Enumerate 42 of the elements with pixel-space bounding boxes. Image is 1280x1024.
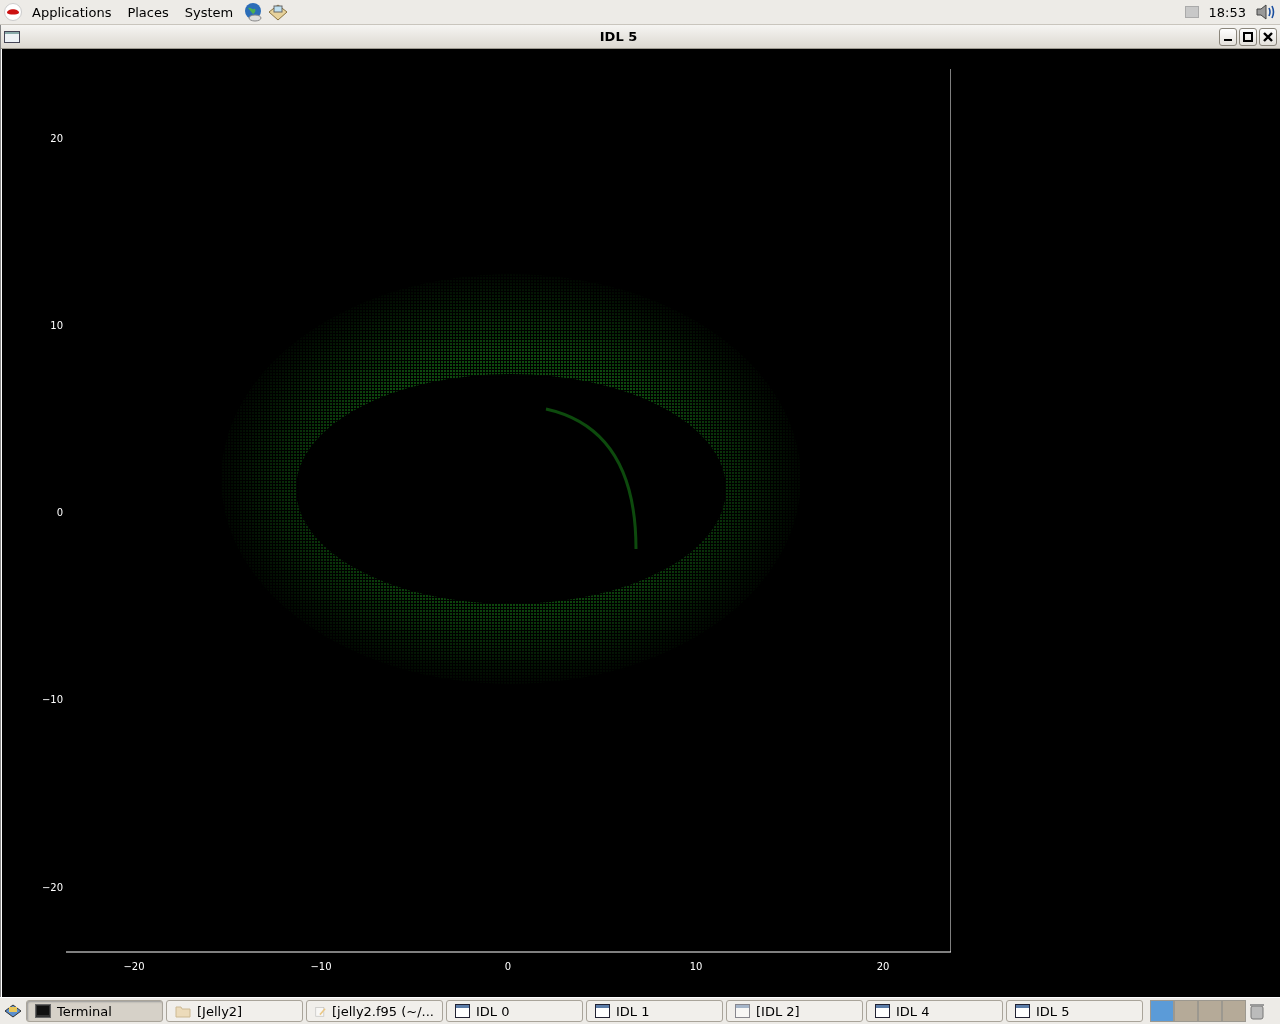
clock[interactable]: 18:53	[1208, 4, 1246, 20]
taskbar-button[interactable]: [IDL 2]	[726, 1000, 863, 1022]
window-icon	[1015, 1004, 1030, 1018]
panel-menu[interactable]: System	[178, 4, 240, 20]
envelope-icon[interactable]	[267, 2, 290, 22]
y-tick-label: 10	[50, 320, 63, 331]
y-tick-label: 20	[50, 133, 63, 144]
panel-menu[interactable]: Places	[121, 4, 175, 20]
x-tick-label: 10	[689, 961, 703, 972]
taskbar-button[interactable]: [jelly2.f95 (~/...	[306, 1000, 443, 1022]
taskbar-button[interactable]: IDL 1	[586, 1000, 723, 1022]
close-button[interactable]	[1259, 27, 1277, 46]
x-tick-label: −10	[310, 961, 332, 972]
terminal-icon	[35, 1004, 51, 1018]
panel-menu[interactable]: Applications	[26, 4, 118, 20]
trash-icon[interactable]	[1249, 1002, 1265, 1020]
taskbar-button[interactable]: IDL 0	[446, 1000, 583, 1022]
taskbar-button[interactable]: IDL 4	[866, 1000, 1003, 1022]
x-tick-label: 0	[504, 961, 512, 972]
x-tick-label: 20	[876, 961, 890, 972]
folder-icon	[175, 1004, 191, 1018]
taskbar-button[interactable]: Terminal	[26, 1000, 163, 1022]
y-tick-label: −20	[41, 882, 63, 893]
globe-icon[interactable]	[243, 2, 264, 22]
minimize-button[interactable]	[1219, 27, 1237, 46]
volume-icon[interactable]	[1256, 3, 1276, 21]
window-icon	[455, 1004, 470, 1018]
x-tick-label: −20	[123, 961, 145, 972]
window-menu-icon[interactable]	[4, 30, 20, 43]
maximize-button[interactable]	[1239, 27, 1257, 46]
window-icon	[875, 1004, 890, 1018]
taskbar-button[interactable]: IDL 5	[1006, 1000, 1143, 1022]
window-icon	[595, 1004, 610, 1018]
hat-logo-icon[interactable]	[4, 3, 22, 21]
minimize-icon	[1224, 38, 1232, 41]
y-tick-label: −10	[41, 694, 63, 705]
window-icon	[735, 1004, 750, 1018]
y-tick-label: 0	[56, 507, 63, 518]
window-title: IDL 5	[598, 29, 639, 44]
taskbar-button[interactable]: [Jelly2]	[166, 1000, 303, 1022]
maximize-icon	[1243, 31, 1253, 42]
close-icon	[1263, 31, 1273, 42]
